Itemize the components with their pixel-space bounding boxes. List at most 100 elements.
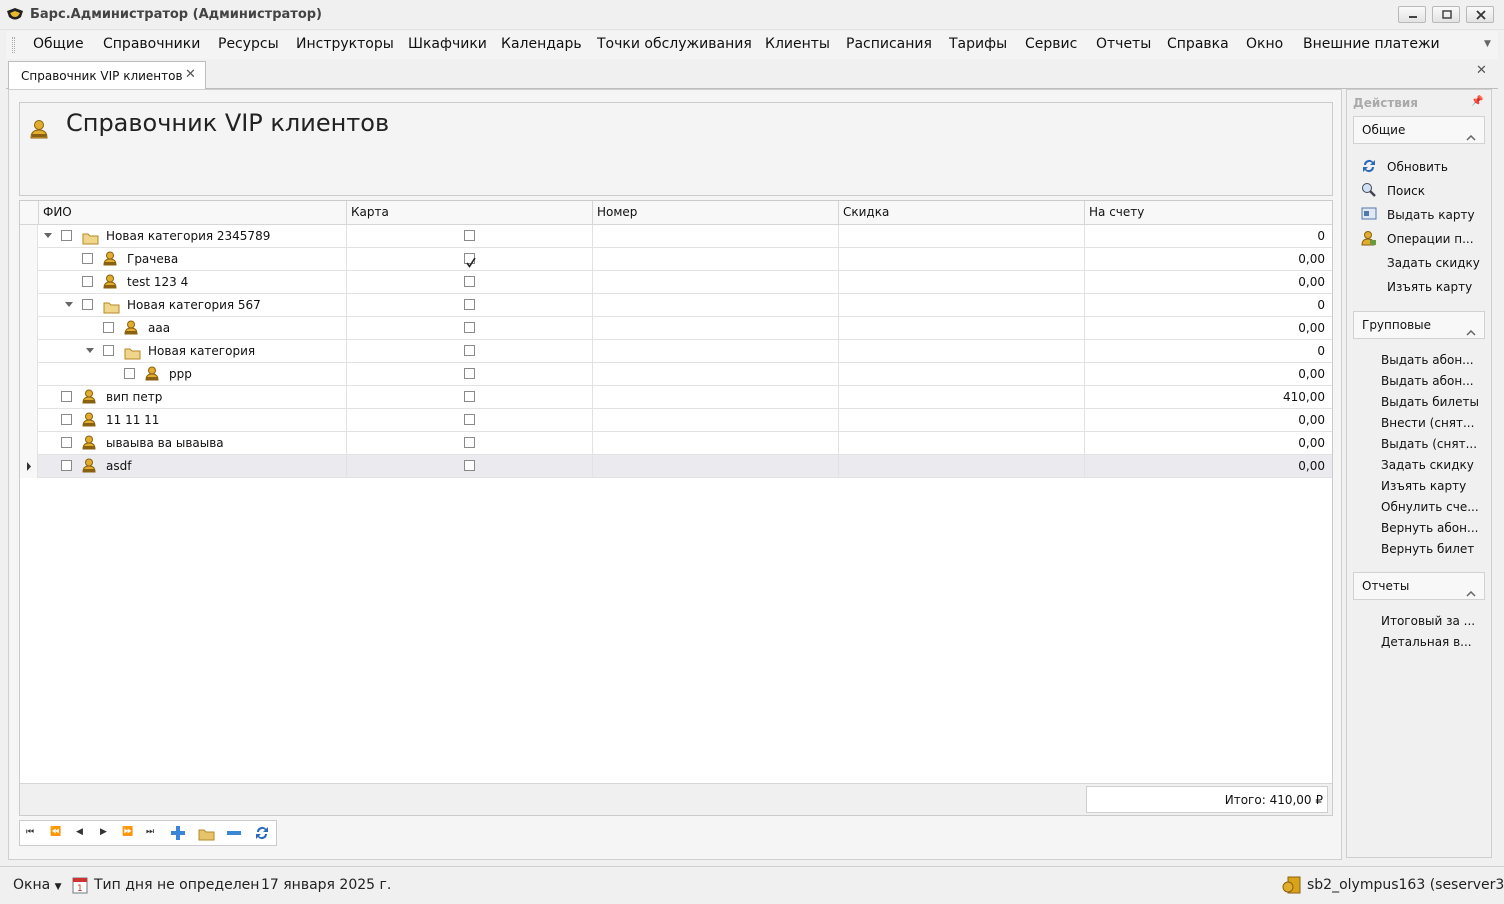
tab-close-icon[interactable]: ✕	[185, 67, 196, 82]
menu-resursy[interactable]: Ресурсы	[218, 36, 279, 52]
table-row[interactable]: ываыва ва ываыва 0,00	[20, 432, 1332, 455]
card-checkbox[interactable]	[464, 368, 475, 379]
card-checkbox[interactable]	[464, 460, 475, 471]
row-indicator[interactable]	[20, 340, 38, 363]
menu-shkafchiki[interactable]: Шкафчики	[408, 36, 487, 52]
card-cell[interactable]	[346, 432, 592, 455]
number-cell[interactable]	[592, 294, 838, 317]
menu-vneshnie-platezhi[interactable]: Внешние платежи	[1303, 36, 1440, 52]
row-select-checkbox[interactable]	[82, 253, 93, 264]
table-row[interactable]: ррр 0,00	[20, 363, 1332, 386]
add-record-icon[interactable]	[170, 825, 186, 845]
menu-raspisaniya[interactable]: Расписания	[846, 36, 932, 52]
menu-otchety[interactable]: Отчеты	[1096, 36, 1151, 52]
card-cell[interactable]	[346, 386, 592, 409]
discount-cell[interactable]	[838, 455, 1084, 478]
row-indicator[interactable]	[20, 317, 38, 340]
menu-kalendar[interactable]: Календарь	[501, 36, 582, 52]
column-header-card[interactable]: Карта	[346, 201, 592, 225]
menu-servis[interactable]: Сервис	[1025, 36, 1077, 52]
balance-cell[interactable]: 410,00	[1084, 386, 1332, 409]
add-folder-icon[interactable]	[198, 826, 216, 845]
balance-cell[interactable]: 0,00	[1084, 363, 1332, 386]
row-indicator[interactable]	[20, 363, 38, 386]
action-set-discount[interactable]: Задать скидку	[1387, 256, 1480, 270]
group-action-4[interactable]: Внести (снят...	[1381, 416, 1474, 430]
tree-expander-icon[interactable]	[44, 233, 52, 238]
menu-overflow-icon[interactable]: ▼	[1484, 39, 1491, 49]
prev-record-button[interactable]: ◀	[76, 827, 83, 837]
row-select-checkbox[interactable]	[61, 391, 72, 402]
balance-cell[interactable]: 0,00	[1084, 317, 1332, 340]
menu-instruktory[interactable]: Инструкторы	[296, 36, 394, 52]
row-select-checkbox[interactable]	[82, 299, 93, 310]
next-record-button[interactable]: ▶	[100, 827, 107, 837]
number-cell[interactable]	[592, 363, 838, 386]
row-indicator[interactable]	[20, 271, 38, 294]
menu-tochki-obsluzhivaniya[interactable]: Точки обслуживания	[597, 36, 752, 52]
action-issue-card[interactable]: Выдать карту	[1387, 208, 1475, 222]
balance-cell[interactable]: 0,00	[1084, 432, 1332, 455]
row-indicator[interactable]	[20, 386, 38, 409]
last-record-button[interactable]: ⏭	[146, 827, 154, 837]
discount-cell[interactable]	[838, 340, 1084, 363]
discount-cell[interactable]	[838, 432, 1084, 455]
maximize-button[interactable]	[1432, 6, 1460, 23]
column-header-balance[interactable]: На счету	[1084, 201, 1332, 225]
collapse-chevron-icon[interactable]	[1466, 582, 1476, 601]
collapse-chevron-icon[interactable]	[1466, 321, 1476, 340]
menu-okno[interactable]: Окно	[1246, 36, 1283, 52]
first-record-button[interactable]: ⏮	[26, 827, 34, 837]
card-checkbox[interactable]	[464, 322, 475, 333]
group-action-8[interactable]: Обнулить сче...	[1381, 500, 1479, 514]
menu-tarify[interactable]: Тарифы	[949, 36, 1007, 52]
number-cell[interactable]	[592, 455, 838, 478]
row-indicator[interactable]	[20, 294, 38, 317]
card-checkbox[interactable]	[464, 253, 476, 268]
windows-menu-button[interactable]: Окна ▼	[13, 877, 62, 893]
pin-icon[interactable]: 📌	[1471, 96, 1483, 107]
row-select-checkbox[interactable]	[61, 437, 72, 448]
action-operations[interactable]: Операции п...	[1387, 232, 1474, 246]
discount-cell[interactable]	[838, 294, 1084, 317]
table-row[interactable]: Новая категория 567 0	[20, 294, 1332, 317]
group-action-9[interactable]: Вернуть абон...	[1381, 521, 1478, 535]
card-checkbox[interactable]	[464, 230, 475, 241]
balance-cell[interactable]: 0	[1084, 294, 1332, 317]
discount-cell[interactable]	[838, 409, 1084, 432]
discount-cell[interactable]	[838, 363, 1084, 386]
action-search[interactable]: Поиск	[1387, 184, 1425, 198]
discount-cell[interactable]	[838, 225, 1084, 248]
group-action-3[interactable]: Выдать билеты	[1381, 395, 1479, 409]
card-cell[interactable]	[346, 455, 592, 478]
menu-obshchie[interactable]: Общие	[33, 36, 84, 52]
card-checkbox[interactable]	[464, 437, 475, 448]
balance-cell[interactable]: 0,00	[1084, 248, 1332, 271]
table-row[interactable]: Новая категория 0	[20, 340, 1332, 363]
row-indicator[interactable]	[20, 432, 38, 455]
balance-cell[interactable]: 0	[1084, 340, 1332, 363]
title-bar[interactable]: Барс.Администратор (Администратор)	[0, 0, 1504, 30]
row-indicator[interactable]	[20, 409, 38, 432]
balance-cell[interactable]: 0,00	[1084, 455, 1332, 478]
group-action-7[interactable]: Изъять карту	[1381, 479, 1466, 493]
group-action-10[interactable]: Вернуть билет	[1381, 542, 1474, 556]
next-page-button[interactable]: ⏩	[122, 827, 133, 837]
close-all-tabs-icon[interactable]: ✕	[1476, 63, 1487, 78]
discount-cell[interactable]	[838, 248, 1084, 271]
collapse-chevron-icon[interactable]	[1466, 126, 1476, 145]
card-checkbox[interactable]	[464, 391, 475, 402]
row-indicator[interactable]	[20, 225, 38, 248]
number-cell[interactable]	[592, 386, 838, 409]
action-refresh[interactable]: Обновить	[1387, 160, 1448, 174]
table-row[interactable]: 11 11 11 0,00	[20, 409, 1332, 432]
column-header-number[interactable]: Номер	[592, 201, 838, 225]
group-header-group-actions[interactable]: Групповые	[1353, 311, 1485, 339]
row-select-checkbox[interactable]	[103, 345, 114, 356]
row-select-checkbox[interactable]	[82, 276, 93, 287]
row-select-checkbox[interactable]	[61, 460, 72, 471]
row-indicator[interactable]	[20, 455, 38, 478]
menu-spravochniki[interactable]: Справочники	[103, 36, 200, 52]
menu-klienty[interactable]: Клиенты	[765, 36, 830, 52]
card-cell[interactable]	[346, 225, 592, 248]
